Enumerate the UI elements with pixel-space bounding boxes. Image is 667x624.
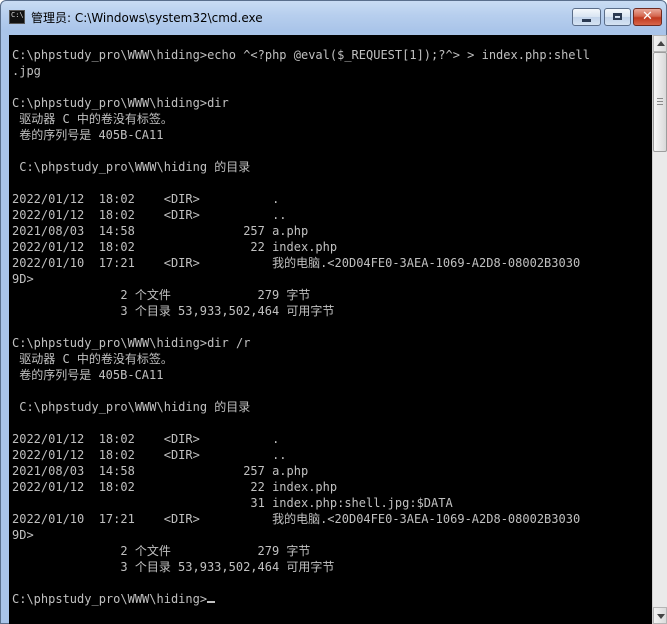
cmd-icon[interactable]: C:\: [9, 10, 25, 24]
scrollbar-thumb[interactable]: [653, 52, 667, 152]
arrow-up-icon: [657, 41, 665, 46]
window-title: 管理员: C:\Windows\system32\cmd.exe: [31, 11, 263, 25]
console-line: C:\phpstudy_pro\WWW\hiding 的目录: [12, 160, 251, 174]
minimize-icon: [582, 19, 591, 22]
console-line: C:\phpstudy_pro\WWW\hiding>echo ^<?php @…: [12, 48, 590, 62]
console-line: 2022/01/10 17:21 <DIR> 我的电脑.<20D04FE0-3A…: [12, 256, 581, 270]
console-line: 卷的序列号是 405B-CA11: [12, 128, 164, 142]
console-line: 2022/01/12 18:02 22 index.php: [12, 480, 338, 494]
console-line: 2022/01/10 17:21 <DIR> 我的电脑.<20D04FE0-3A…: [12, 512, 581, 526]
console-line: 2021/08/03 14:58 257 a.php: [12, 464, 309, 478]
thumb-grip-line: [657, 101, 663, 102]
console-line: 9D>: [12, 272, 34, 286]
console-line: 2 个文件 279 字节: [12, 544, 311, 558]
console-line: 2021/08/03 14:58 257 a.php: [12, 224, 309, 238]
console-line: 31 index.php:shell.jpg:$DATA: [12, 496, 453, 510]
close-icon: ✕: [642, 9, 653, 24]
minimize-button[interactable]: [572, 8, 601, 26]
thumb-grip-line: [657, 98, 663, 99]
console-line: 2022/01/12 18:02 <DIR> .: [12, 192, 280, 206]
console-line: 驱动器 C 中的卷没有标签。: [12, 352, 173, 366]
console-line: C:\phpstudy_pro\WWW\hiding>: [12, 591, 590, 607]
console-line: 2 个文件 279 字节: [12, 288, 311, 302]
thumb-grip-line: [657, 104, 663, 105]
arrow-down-icon: [657, 614, 665, 619]
close-button[interactable]: ✕: [633, 8, 662, 26]
console-line: 2022/01/12 18:02 22 index.php: [12, 240, 338, 254]
console-lines: C:\phpstudy_pro\WWW\hiding>echo ^<?php @…: [12, 47, 590, 607]
console-line: C:\phpstudy_pro\WWW\hiding>dir: [12, 96, 229, 110]
console-line: C:\phpstudy_pro\WWW\hiding>dir /r: [12, 336, 251, 350]
text-cursor: [207, 601, 216, 603]
console-line: 卷的序列号是 405B-CA11: [12, 368, 164, 382]
console-line: 3 个目录 53,933,502,464 可用字节: [12, 560, 335, 574]
console-line: 2022/01/12 18:02 <DIR> ..: [12, 448, 287, 462]
console-line: 驱动器 C 中的卷没有标签。: [12, 112, 173, 126]
console-line: C:\phpstudy_pro\WWW\hiding 的目录: [12, 400, 251, 414]
console-line: 2022/01/12 18:02 <DIR> ..: [12, 208, 287, 222]
title-bar[interactable]: C:\ 管理员: C:\Windows\system32\cmd.exe ✕: [1, 1, 666, 35]
console-line: .jpg: [12, 64, 41, 78]
scroll-up-button[interactable]: [653, 35, 667, 52]
cmd-window: C:\ 管理员: C:\Windows\system32\cmd.exe ✕ C…: [0, 0, 667, 624]
cmd-icon-text: C:\: [11, 11, 24, 19]
maximize-button[interactable]: [604, 8, 631, 26]
console-line: 3 个目录 53,933,502,464 可用字节: [12, 304, 335, 318]
vertical-scrollbar[interactable]: [652, 35, 667, 624]
console-output[interactable]: C:\phpstudy_pro\WWW\hiding>echo ^<?php @…: [9, 35, 652, 624]
scroll-down-button[interactable]: [653, 607, 667, 624]
console-line: 9D>: [12, 528, 34, 542]
console-line: 2022/01/12 18:02 <DIR> .: [12, 432, 280, 446]
maximize-icon: [613, 13, 622, 20]
